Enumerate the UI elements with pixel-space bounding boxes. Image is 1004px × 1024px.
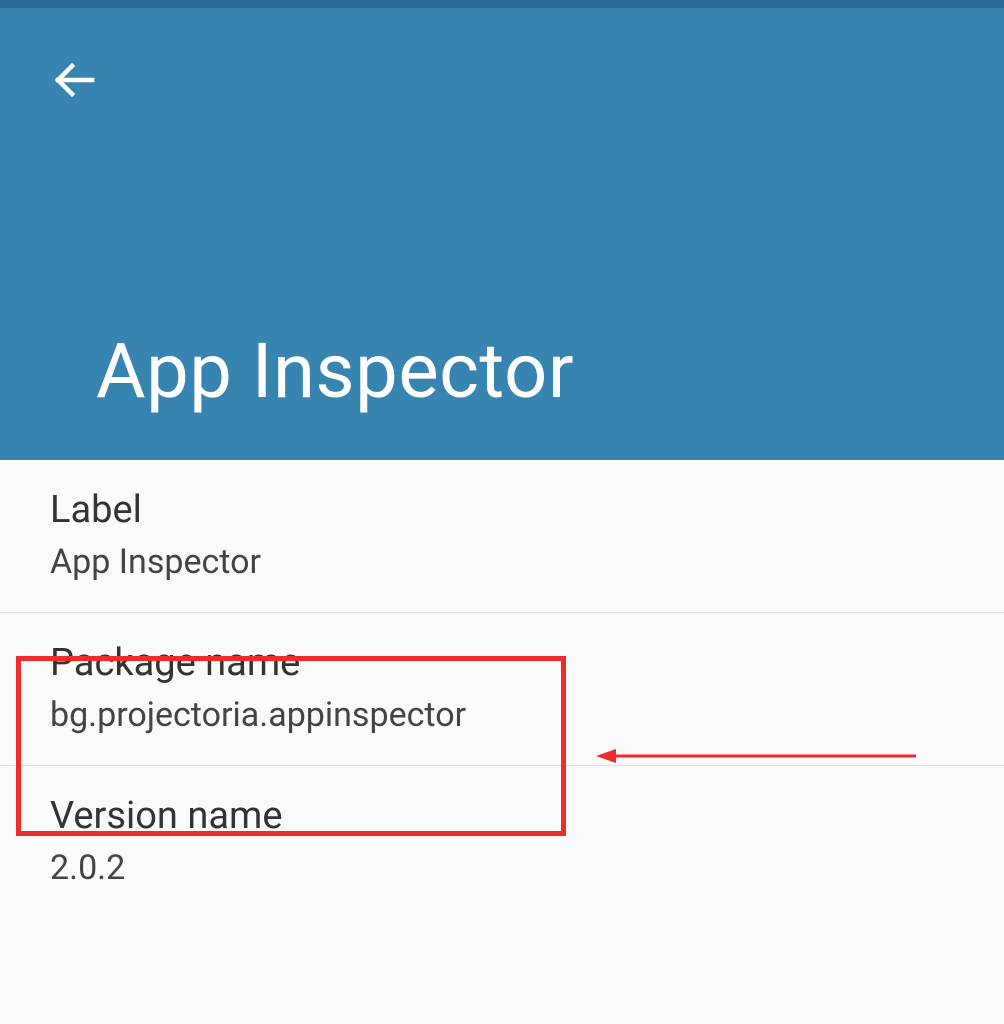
list-item-label[interactable]: Label App Inspector [0,460,1004,613]
item-title: Package name [50,641,954,685]
item-title: Version name [50,794,954,838]
back-button[interactable] [44,52,104,112]
list-item-version-name[interactable]: Version name 2.0.2 [0,766,1004,918]
item-value: App Inspector [50,542,954,582]
details-list: Label App Inspector Package name bg.proj… [0,460,1004,918]
list-item-package-name[interactable]: Package name bg.projectoria.appinspector [0,613,1004,766]
item-title: Label [50,488,954,532]
back-arrow-icon [50,56,98,108]
app-bar: App Inspector [0,8,1004,460]
page-title: App Inspector [96,326,574,416]
item-value: bg.projectoria.appinspector [50,695,954,735]
status-bar [0,0,1004,8]
item-value: 2.0.2 [50,848,954,888]
